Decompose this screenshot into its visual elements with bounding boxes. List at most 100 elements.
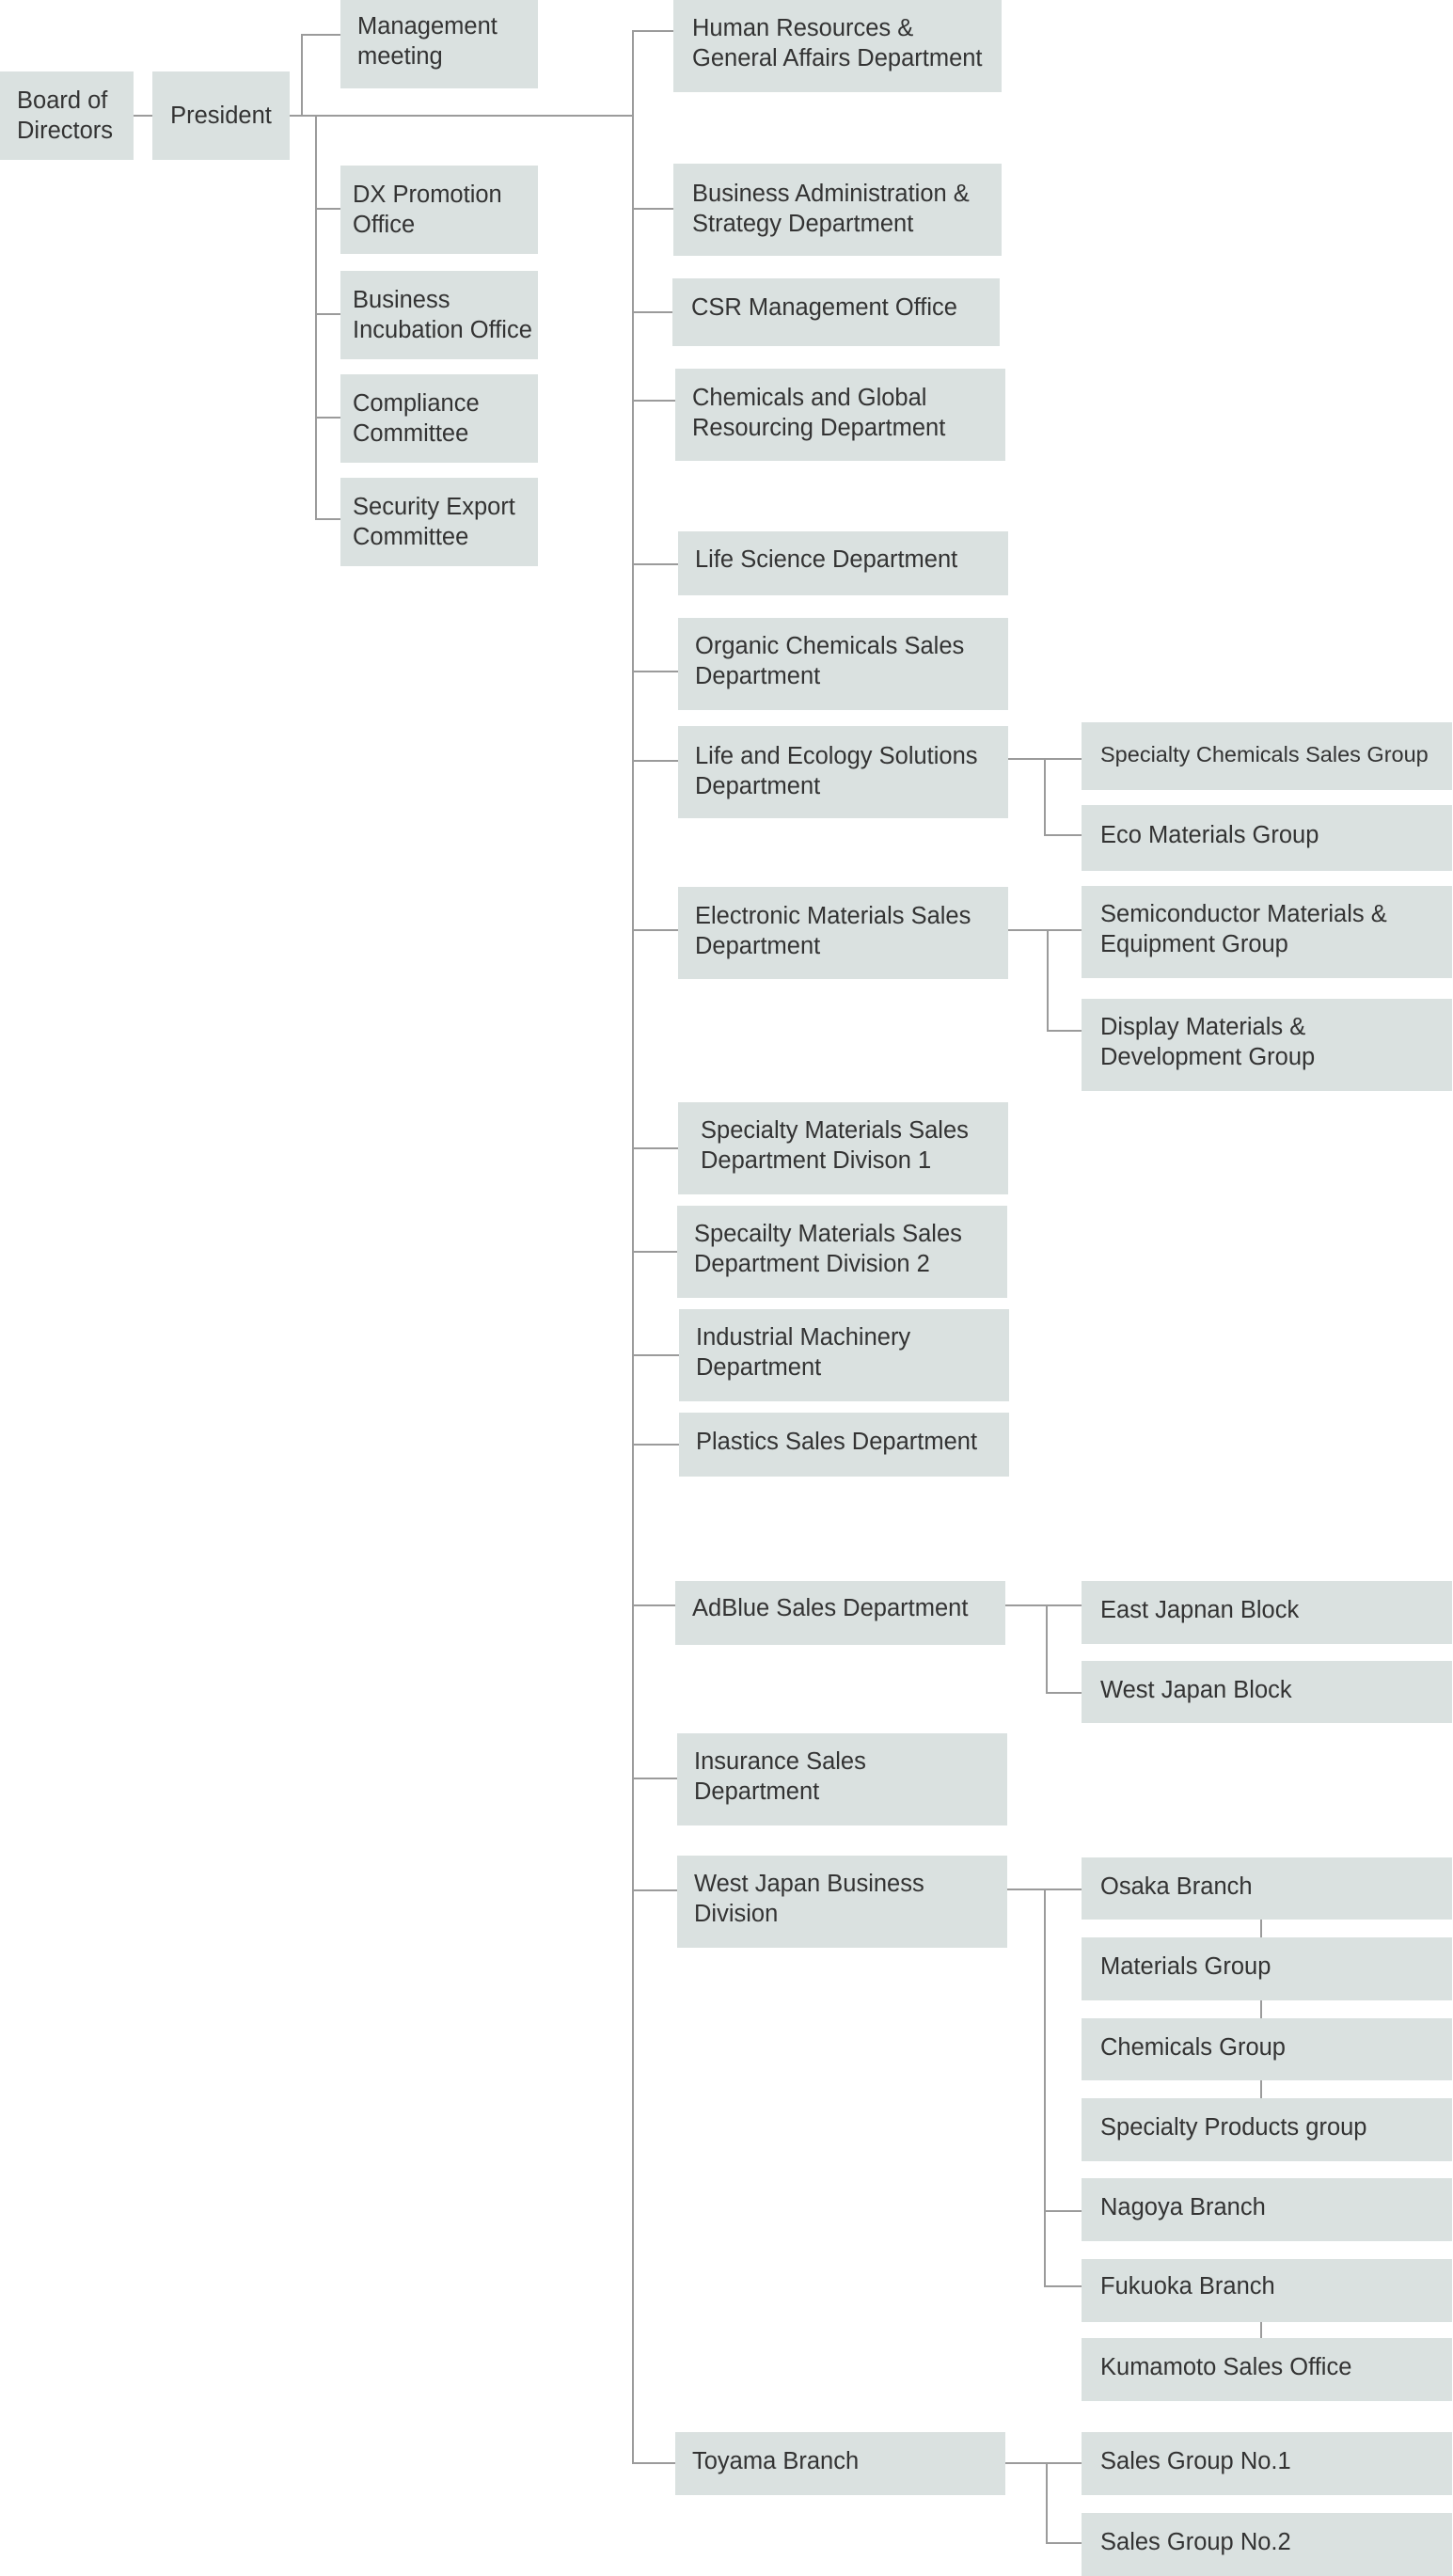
node-security-export-committee[interactable]: Security Export Committee: [340, 478, 538, 566]
connector-materials-chemicals: [1260, 2000, 1262, 2018]
connector-adblue-out: [1005, 1604, 1082, 1606]
node-chemicals-group[interactable]: Chemicals Group: [1082, 2018, 1452, 2080]
connector-toyama: [632, 2462, 675, 2464]
node-label: Business Incubation Office: [353, 287, 532, 343]
node-adblue-sales[interactable]: AdBlue Sales Department: [675, 1581, 1005, 1645]
connector-electronic-vertical: [1047, 929, 1049, 1032]
node-label: Sales Group No.2: [1100, 2529, 1291, 2555]
node-label: Human Resources & General Affairs Depart…: [692, 15, 983, 71]
node-toyama-branch[interactable]: Toyama Branch: [675, 2432, 1005, 2495]
node-label: DX Promotion Office: [353, 182, 502, 238]
node-label: Eco Materials Group: [1100, 822, 1319, 848]
node-label: Sales Group No.1: [1100, 2448, 1291, 2474]
connector-toyama-vertical: [1046, 2462, 1048, 2544]
node-organic-chemicals-sales[interactable]: Organic Chemicals Sales Department: [678, 618, 1008, 710]
node-label: Insurance Sales Department: [694, 1748, 866, 1805]
node-specialty-materials-division-2[interactable]: Specailty Materials Sales Department Div…: [677, 1206, 1007, 1298]
node-electronic-materials-sales[interactable]: Electronic Materials Sales Department: [678, 887, 1008, 979]
node-industrial-machinery[interactable]: Industrial Machinery Department: [679, 1309, 1009, 1401]
connector-plastics: [632, 1444, 679, 1446]
node-label: Management meeting: [357, 13, 497, 70]
node-west-japan-business-division[interactable]: West Japan Business Division: [677, 1856, 1007, 1948]
node-president[interactable]: President: [152, 71, 290, 160]
node-semiconductor-group[interactable]: Semiconductor Materials & Equipment Grou…: [1082, 886, 1452, 978]
node-fukuoka-branch[interactable]: Fukuoka Branch: [1082, 2259, 1452, 2322]
node-sales-group-1[interactable]: Sales Group No.1: [1082, 2432, 1452, 2495]
connector-display: [1047, 1030, 1082, 1032]
node-specialty-materials-division-1[interactable]: Specialty Materials Sales Department Div…: [678, 1102, 1008, 1194]
connector-president-trunk: [290, 115, 634, 117]
node-hr-general-affairs[interactable]: Human Resources & General Affairs Depart…: [673, 0, 1002, 92]
node-label: Materials Group: [1100, 1953, 1271, 1980]
node-osaka-branch[interactable]: Osaka Branch: [1082, 1857, 1452, 1920]
connector-security: [315, 518, 340, 520]
node-label: Chemicals Group: [1100, 2034, 1286, 2061]
node-insurance-sales[interactable]: Insurance Sales Department: [677, 1733, 1007, 1825]
node-label: Life and Ecology Solutions Department: [695, 743, 978, 799]
node-csr-management-office[interactable]: CSR Management Office: [672, 278, 1000, 346]
connector-organic: [632, 671, 678, 672]
node-management-meeting[interactable]: Management meeting: [340, 0, 538, 88]
node-specialty-chemicals-group[interactable]: Specialty Chemicals Sales Group: [1082, 722, 1452, 790]
node-display-group[interactable]: Display Materials & Development Group: [1082, 999, 1452, 1091]
connector-csr: [632, 311, 672, 313]
connector-eco-materials: [1044, 834, 1082, 836]
node-label: Chemicals and Global Resourcing Departme…: [692, 385, 946, 441]
node-nagoya-branch[interactable]: Nagoya Branch: [1082, 2178, 1452, 2241]
node-sales-group-2[interactable]: Sales Group No.2: [1082, 2513, 1452, 2576]
connector-osaka-materials: [1260, 1920, 1262, 1937]
node-label: Specialty Products group: [1100, 2114, 1367, 2141]
connector-fukuoka-kumamoto: [1260, 2322, 1262, 2338]
connector-life-ecology: [632, 760, 678, 762]
node-label: Security Export Committee: [353, 494, 515, 550]
connector-life-ecology-vertical: [1044, 758, 1046, 836]
connector-electronic-out: [1008, 929, 1082, 931]
node-specialty-products-group[interactable]: Specialty Products group: [1082, 2098, 1452, 2161]
node-west-japan-block[interactable]: West Japan Block: [1082, 1661, 1452, 1723]
node-label: Electronic Materials Sales Department: [695, 903, 971, 959]
connector-main-trunk: [632, 30, 634, 2464]
node-label: Toyama Branch: [692, 2448, 860, 2474]
connector-toyama-out: [1005, 2462, 1082, 2464]
connector-west-block: [1046, 1692, 1082, 1694]
node-plastics-sales[interactable]: Plastics Sales Department: [679, 1413, 1009, 1477]
node-label: West Japan Business Division: [694, 1871, 924, 1927]
connector-insurance: [632, 1778, 677, 1779]
connector-sales-2: [1046, 2542, 1082, 2544]
node-label: Plastics Sales Department: [696, 1429, 978, 1455]
connector-hr: [632, 30, 673, 32]
node-label: Compliance Committee: [353, 390, 480, 447]
node-dx-promotion-office[interactable]: DX Promotion Office: [340, 166, 538, 254]
node-label: Semiconductor Materials & Equipment Grou…: [1100, 901, 1387, 957]
connector-west-japan-vertical: [1044, 1889, 1046, 2287]
connector-business-admin: [632, 208, 673, 210]
node-business-administration[interactable]: Business Administration & Strategy Depar…: [673, 164, 1002, 256]
connector-west-japan-division: [632, 1889, 677, 1891]
node-label: Specailty Materials Sales Department Div…: [694, 1221, 962, 1277]
connector-chemicals-global: [632, 400, 675, 402]
node-east-japan-block[interactable]: East Japnan Block: [1082, 1581, 1452, 1644]
node-materials-group[interactable]: Materials Group: [1082, 1937, 1452, 2000]
connector-specialty-2: [632, 1251, 677, 1253]
node-label: Industrial Machinery Department: [696, 1324, 911, 1381]
org-chart: Board of Directors President Management …: [0, 0, 1453, 2576]
connector-electronic: [632, 929, 678, 931]
node-label: Nagoya Branch: [1100, 2194, 1266, 2220]
node-chemicals-global-resourcing[interactable]: Chemicals and Global Resourcing Departme…: [675, 369, 1005, 461]
node-label: West Japan Block: [1100, 1677, 1292, 1703]
connector-life-science: [632, 563, 678, 565]
node-label: Specialty Materials Sales Department Div…: [701, 1117, 969, 1174]
connector-fukuoka: [1044, 2285, 1082, 2287]
node-label: Business Administration & Strategy Depar…: [692, 181, 970, 237]
node-compliance-committee[interactable]: Compliance Committee: [340, 374, 538, 463]
node-business-incubation-office[interactable]: Business Incubation Office: [340, 271, 538, 359]
node-eco-materials-group[interactable]: Eco Materials Group: [1082, 805, 1452, 871]
node-kumamoto-sales-office[interactable]: Kumamoto Sales Office: [1082, 2338, 1452, 2401]
connector-management: [301, 34, 340, 36]
node-life-ecology-solutions[interactable]: Life and Ecology Solutions Department: [678, 726, 1008, 818]
node-life-science[interactable]: Life Science Department: [678, 531, 1008, 595]
node-label: Life Science Department: [695, 546, 958, 573]
node-board-of-directors[interactable]: Board of Directors: [0, 71, 134, 160]
connector-industrial: [632, 1354, 679, 1356]
connector-adblue-vertical: [1046, 1604, 1048, 1693]
